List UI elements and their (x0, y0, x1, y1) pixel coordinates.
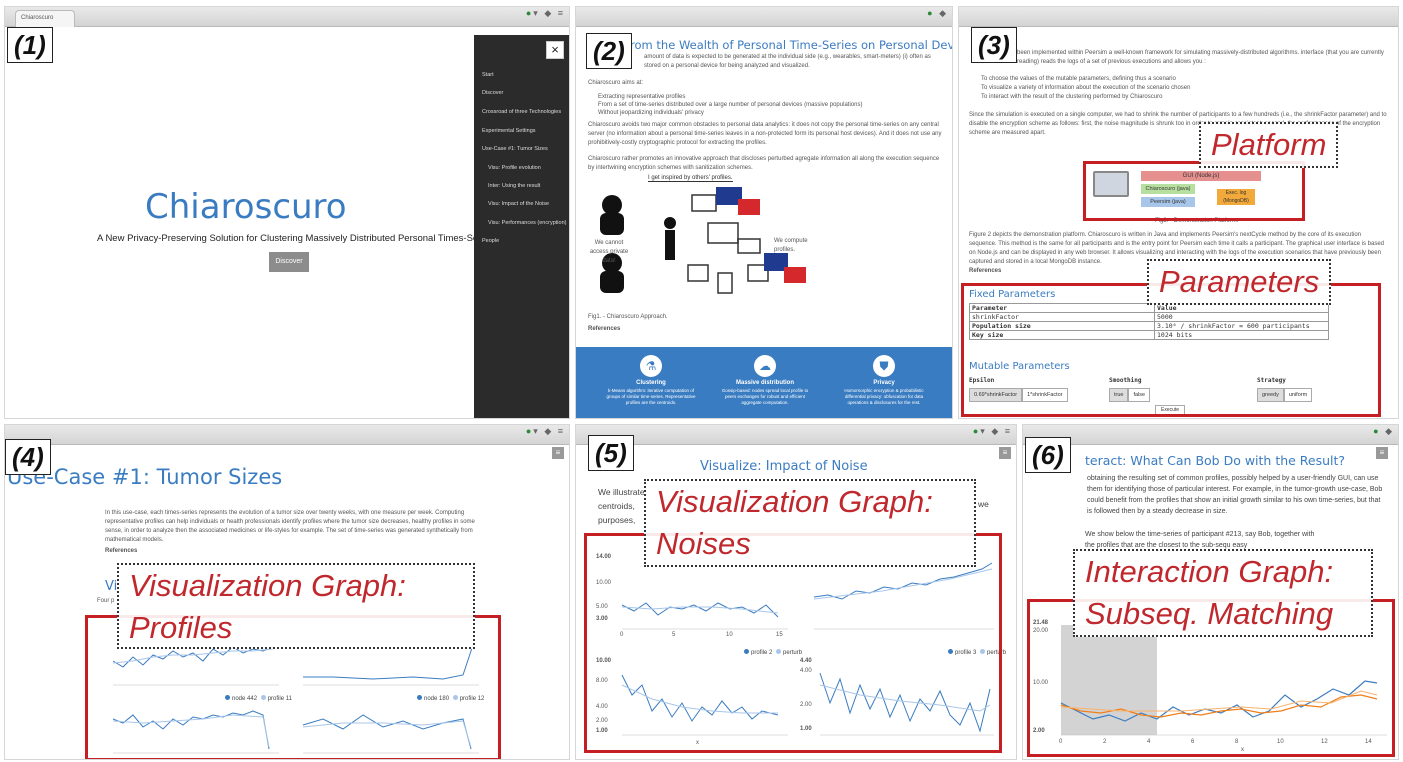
body-paragraph: Chiaroscuro avoids two major common obst… (588, 122, 942, 146)
privacy-feature: ⛊ Privacy Homomorphic encryption & proba… (834, 355, 934, 406)
references-heading: References (105, 548, 138, 554)
profiles-callout: Visualization Graph: Profiles (117, 563, 475, 649)
discover-button[interactable]: Discover (269, 252, 309, 272)
figure-label: I get inspired by others' profiles. (648, 175, 733, 182)
menu-item[interactable]: Visu: Profile evolution (488, 165, 541, 171)
menu-toggle-icon[interactable]: ≡ (552, 447, 564, 459)
browser-chrome: Chiaroscuro ●▾ ◆ ≡ (5, 7, 569, 27)
aims-label: Chiaroscuro aims at: (588, 80, 644, 86)
menu-item[interactable]: Crossroad of three Technologies (482, 109, 561, 115)
menu-item[interactable]: Experimental Settings (482, 128, 536, 134)
menu-item[interactable]: Use-Case #1: Tumor Sizes (482, 146, 548, 152)
matching-callout: Interaction Graph: Subseq. Matching (1073, 549, 1373, 637)
browser-chrome: ●▾ ◆ ≡ (5, 425, 569, 445)
page-title: teract: What Can Bob Do with the Result? (1085, 453, 1346, 468)
figure-approach: I get inspired by others' profiles. We c… (588, 175, 838, 305)
toolbar-icons[interactable]: ● ◆ (1373, 426, 1394, 437)
body-paragraph: Chiaroscuro rather promotes an innovativ… (588, 156, 940, 171)
browser-chrome: ● ◆ (576, 7, 952, 27)
section-text: Four p (97, 598, 115, 604)
step-item: To interact with the result of the clust… (981, 94, 1163, 100)
panel-6: ● ◆ ≡ (6) teract: What Can Bob Do with t… (1022, 424, 1399, 760)
references-heading: References (588, 326, 621, 332)
panel-number: (6) (1025, 437, 1071, 473)
body-paragraph: obtaining the resulting set of common pr… (1087, 475, 1383, 515)
close-button[interactable]: × (546, 41, 564, 59)
toolbar-icons[interactable]: ●▾ ◆ ≡ (526, 8, 565, 19)
panel-1: Chiaroscuro ●▾ ◆ ≡ (1) Chiaroscuro A New… (4, 6, 570, 419)
feature-desc: Homomorphic encryption & probabilistic d… (844, 388, 924, 405)
toolbar-icons[interactable]: ●▾ ◆ ≡ (526, 426, 565, 437)
panel-number: (2) (586, 33, 632, 69)
panel-2: ● ◆ (2) from the Wealth of Personal Time… (575, 6, 953, 419)
feature-band: ⚗ Clustering k-Means algorithm: iterativ… (576, 347, 952, 418)
figure-label: We compute profiles. (774, 238, 808, 253)
bullet-item: Without jeopardizing individuals' privac… (598, 110, 704, 116)
panel-number: (5) (588, 435, 634, 471)
panel-5: ●▾ ◆ ≡ ≡ (5) Visualize: Impact of Noise … (575, 424, 1017, 760)
platform-callout: Platform (1199, 122, 1339, 168)
noises-callout: Visualization Graph: Noises (644, 479, 976, 567)
parameters-callout: Parameters (1147, 259, 1332, 305)
feature-desc: Gossip-based: nodes spread local profile… (721, 388, 809, 405)
menu-item[interactable]: Start (482, 72, 494, 78)
menu-item[interactable]: Inter: Using the result (488, 183, 540, 189)
distribution-feature: ☁ Massive distribution Gossip-based: nod… (720, 355, 810, 406)
body-paragraph: In this use-case, each times-series repr… (105, 510, 475, 543)
body-paragraph: We show below the time-series of partici… (1085, 531, 1315, 549)
platform-highlight (1083, 161, 1305, 221)
menu-toggle-icon[interactable]: ≡ (999, 447, 1011, 459)
panel-3: (3) been implemented within Peersim a we… (958, 6, 1399, 419)
feature-label: Privacy (873, 380, 895, 386)
browser-chrome: ● ◆ (1023, 425, 1398, 445)
page-subtitle: A New Privacy-Preserving Solution for Cl… (97, 233, 494, 244)
panel-number: (4) (5, 439, 51, 475)
figure-label: We cannot access private data! (589, 240, 629, 264)
body-text: we (978, 499, 989, 509)
step-item: To visualize a variety of information ab… (981, 85, 1191, 91)
page-title: Visualize: Impact of Noise (700, 459, 868, 474)
panel-4: ●▾ ◆ ≡ ≡ (4) Use-Case #1: Tumor Sizes In… (4, 424, 570, 760)
menu-toggle-icon[interactable]: ≡ (1376, 447, 1388, 459)
panel-number: (1) (7, 27, 53, 63)
toolbar-icons[interactable]: ●▾ ◆ ≡ (973, 426, 1012, 437)
side-menu: × Start Discover Crossroad of three Tech… (474, 35, 569, 418)
figure-caption: Fig1. - Chiaroscuro Approach. (588, 314, 668, 320)
menu-item[interactable]: Visu: Performances (encryption) (488, 220, 566, 226)
page-title: from the Wealth of Personal Time-Series … (626, 38, 953, 52)
menu-item[interactable]: Discover (482, 90, 503, 96)
menu-item[interactable]: People (482, 238, 499, 244)
feature-label: Clustering (636, 380, 666, 386)
feature-desc: k-Means algorithm: iterative computation… (606, 388, 696, 405)
page-title: Chiaroscuro (145, 187, 347, 227)
references-heading: References (969, 268, 1002, 274)
intro-paragraph: been implemented within Peersim a well-k… (1017, 50, 1384, 65)
browser-tab[interactable]: Chiaroscuro (15, 10, 75, 27)
cloud-icon: ☁ (754, 355, 776, 377)
intro-paragraph: amount of data is expected to be generat… (644, 54, 931, 69)
toolbar-icons[interactable]: ● ◆ (927, 8, 948, 19)
section-heading: Vi (105, 579, 118, 594)
step-item: To choose the values of the mutable para… (981, 76, 1176, 82)
panel-number: (3) (971, 27, 1017, 63)
menu-item[interactable]: Visu: Impact of the Noise (488, 201, 549, 207)
shield-icon: ⛊ (873, 355, 895, 377)
feature-label: Massive distribution (735, 380, 794, 386)
flask-icon: ⚗ (640, 355, 662, 377)
clustering-feature: ⚗ Clustering k-Means algorithm: iterativ… (606, 355, 696, 406)
browser-chrome (959, 7, 1398, 27)
browser-chrome: ●▾ ◆ ≡ (576, 425, 1016, 445)
